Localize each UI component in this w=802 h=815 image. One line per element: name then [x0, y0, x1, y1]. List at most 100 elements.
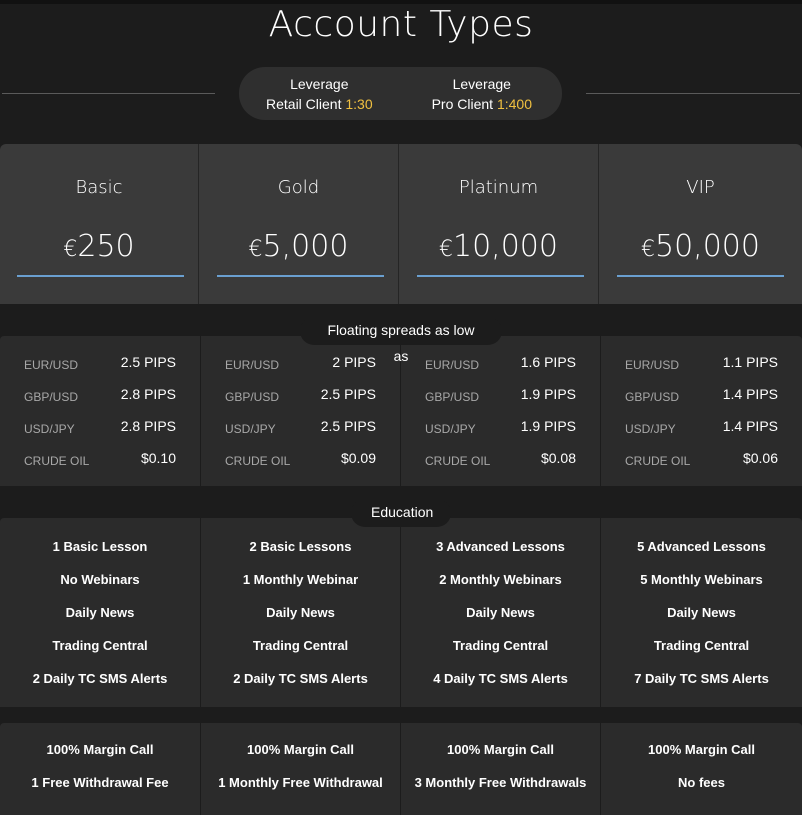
spread-row: CRUDE OIL $0.06	[625, 450, 778, 470]
spread-row: EUR/USD 2.5 PIPS	[24, 354, 176, 374]
divider-right	[586, 93, 800, 94]
account-name: VIP	[686, 177, 715, 198]
education-item: Daily News	[266, 605, 335, 620]
spread-row: EUR/USD 1.1 PIPS	[625, 354, 778, 374]
spread-value: 2.8 PIPS	[120, 418, 176, 434]
account-currency: €	[439, 237, 453, 262]
leverage-pro: Leverage Pro Client 1:400	[432, 74, 532, 114]
spread-value: $0.10	[140, 450, 176, 466]
education-item: 2 Monthly Webinars	[439, 572, 562, 587]
spread-row: GBP/USD 1.4 PIPS	[625, 386, 778, 406]
spreads-block-platinum: EUR/USD 1.6 PIPS GBP/USD 1.9 PIPS USD/JPY 1…	[401, 336, 601, 486]
extra-item: 100% Margin Call	[247, 742, 354, 757]
spread-row: USD/JPY 2.8 PIPS	[24, 418, 176, 438]
education-label: Education	[351, 499, 451, 527]
spread-value: $0.06	[742, 450, 778, 466]
spread-pair: EUR/USD	[625, 358, 680, 372]
spread-pair: USD/JPY	[225, 422, 276, 436]
education-item: 2 Daily TC SMS Alerts	[32, 671, 168, 686]
spread-pair: CRUDE OIL	[225, 454, 291, 468]
leverage-retail-ratio: 1:30	[345, 95, 373, 112]
spread-pair: EUR/USD	[425, 358, 480, 372]
account-currency: €	[248, 237, 263, 262]
extra-item: 1 Monthly Free Withdrawal	[218, 775, 383, 790]
spread-row: EUR/USD 2 PIPS	[225, 354, 376, 374]
education-item: Trading Central	[52, 638, 148, 653]
spread-value: $0.08	[540, 450, 576, 466]
education-section: 1 Basic Lesson No Webinars Daily News Tr…	[0, 518, 802, 707]
education-block-basic: 1 Basic Lesson No Webinars Daily News Tr…	[0, 518, 201, 707]
account-underline	[217, 275, 384, 277]
education-item: 1 Monthly Webinar	[242, 572, 359, 587]
account-card-basic[interactable]: Basic €250	[0, 144, 199, 304]
spreads-block-vip: EUR/USD 1.1 PIPS GBP/USD 1.4 PIPS USD/JPY 1…	[601, 336, 802, 486]
education-item: 1 Basic Lesson	[52, 539, 148, 554]
education-item: Daily News	[466, 605, 535, 620]
spread-row: CRUDE OIL $0.08	[425, 450, 576, 470]
account-amount: 10,000	[453, 229, 558, 264]
education-item: 5 Advanced Lessons	[637, 539, 766, 554]
spread-value: 1.4 PIPS	[722, 418, 778, 434]
education-block-gold: 2 Basic Lessons 1 Monthly Webinar Daily …	[201, 518, 401, 707]
spread-pair: USD/JPY	[425, 422, 476, 436]
spread-value: 1.4 PIPS	[722, 386, 778, 402]
account-currency: €	[63, 237, 78, 262]
education-block-vip: 5 Advanced Lessons 5 Monthly Webinars Da…	[601, 518, 802, 707]
spread-value: 1.1 PIPS	[722, 354, 778, 370]
account-underline	[17, 275, 184, 277]
education-block-platinum: 3 Advanced Lessons 2 Monthly Webinars Da…	[401, 518, 601, 707]
spreads-label: Floating spreads as low as	[300, 317, 502, 364]
spread-pair: USD/JPY	[625, 422, 676, 436]
spreads-block-gold: EUR/USD 2 PIPS GBP/USD 2.5 PIPS USD/JPY 2.5…	[201, 336, 401, 486]
education-item: 5 Monthly Webinars	[640, 572, 763, 587]
spread-row: GBP/USD 2.5 PIPS	[225, 386, 376, 406]
spread-value: 2.5 PIPS	[320, 386, 376, 402]
extra-item: 100% Margin Call	[46, 742, 154, 757]
education-item: 2 Daily TC SMS Alerts	[233, 671, 368, 686]
spread-row: USD/JPY 1.4 PIPS	[625, 418, 778, 438]
spread-value: 1.9 PIPS	[520, 418, 576, 434]
account-card-platinum[interactable]: Platinum €10,000	[399, 144, 599, 304]
account-price: €50,000	[599, 229, 802, 264]
divider-left	[2, 93, 215, 94]
account-card-gold[interactable]: Gold €5,000	[199, 144, 399, 304]
spread-value: 2 PIPS	[332, 354, 376, 370]
spread-pair: CRUDE OIL	[24, 454, 90, 468]
extras-block-vip: 100% Margin Call No fees	[601, 723, 802, 815]
leverage-retail-label: Leverage	[290, 75, 349, 92]
spread-pair: CRUDE OIL	[425, 454, 491, 468]
leverage-pro-ratio: 1:400	[496, 95, 532, 112]
spread-value: 2.8 PIPS	[120, 386, 176, 402]
extras-block-gold: 100% Margin Call 1 Monthly Free Withdraw…	[201, 723, 401, 815]
account-amount: 5,000	[262, 229, 349, 264]
leverage-pro-label: Leverage	[452, 75, 511, 92]
account-price: €250	[0, 229, 198, 264]
education-item: Trading Central	[452, 638, 549, 653]
leverage-retail-client: Retail Client	[266, 95, 342, 112]
account-amount: 50,000	[655, 229, 760, 264]
spread-row: USD/JPY 1.9 PIPS	[425, 418, 576, 438]
account-name: Basic	[75, 177, 123, 198]
account-name: Gold	[277, 177, 320, 198]
extra-item: No fees	[678, 775, 725, 790]
spread-row: EUR/USD 1.6 PIPS	[425, 354, 576, 374]
leverage-retail: Leverage Retail Client 1:30	[266, 74, 373, 114]
account-card-vip[interactable]: VIP €50,000	[599, 144, 802, 304]
spread-pair: EUR/USD	[24, 358, 79, 372]
spread-row: USD/JPY 2.5 PIPS	[225, 418, 376, 438]
spread-pair: GBP/USD	[225, 390, 280, 404]
spread-pair: GBP/USD	[625, 390, 680, 404]
education-item: Daily News	[667, 605, 736, 620]
spread-row: GBP/USD 2.8 PIPS	[24, 386, 176, 406]
account-cards: Basic €250 Gold €5,000 Platinum €10,000 …	[0, 144, 802, 304]
education-item: Daily News	[65, 605, 135, 620]
spread-value: 1.6 PIPS	[520, 354, 576, 370]
spread-row: CRUDE OIL $0.09	[225, 450, 376, 470]
spread-row: CRUDE OIL $0.10	[24, 450, 176, 470]
spread-value: 2.5 PIPS	[320, 418, 376, 434]
spread-value: $0.09	[340, 450, 376, 466]
account-currency: €	[641, 237, 655, 262]
extras-section: 100% Margin Call 1 Free Withdrawal Fee 1…	[0, 723, 802, 815]
education-item: 2 Basic Lessons	[249, 539, 352, 554]
extra-item: 1 Free Withdrawal Fee	[31, 775, 169, 790]
